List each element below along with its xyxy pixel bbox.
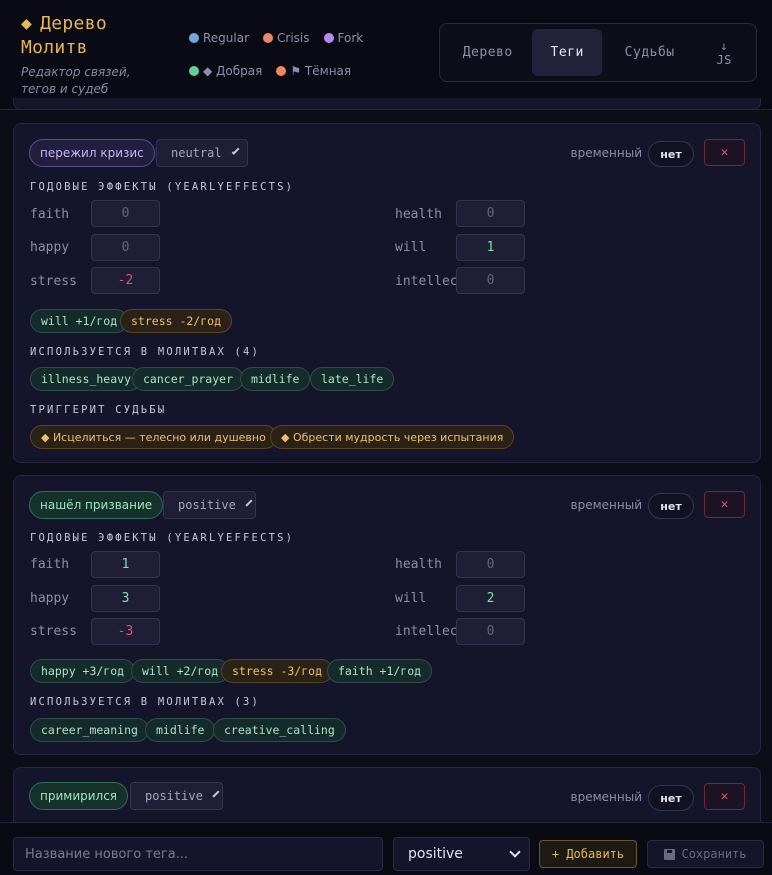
legend-dark: ⚑ Тёмная (276, 64, 351, 78)
download-arrow-icon: ↓ (720, 38, 729, 53)
chevron-down-icon (245, 499, 253, 507)
fates-title: ТРИГГЕРИТ СУДЬБЫ (30, 404, 167, 416)
close-icon: ✕ (720, 145, 729, 160)
crisis-dot-icon (263, 33, 274, 43)
effect-input-happy[interactable]: 0 (91, 234, 160, 261)
tag-name[interactable]: примирился (29, 782, 129, 810)
app-header: ◆ Дерево Молитв Редактор связей, тегов и … (0, 0, 772, 110)
effect-chip: will +2/год (131, 659, 230, 683)
effect-input-stress[interactable]: -3 (91, 618, 160, 645)
app-title: ◆ Дерево Молитв (21, 13, 107, 58)
yearly-effects-title: ГОДОВЫЕ ЭФФЕКТЫ (YEARLYEFFECTS) (30, 532, 295, 544)
effect-chip: will +1/год (30, 309, 129, 333)
add-tag-button[interactable]: + Добавить (539, 840, 637, 868)
effect-label-health: health (395, 207, 442, 222)
temporary-label: временный (570, 498, 642, 512)
prayer-chip[interactable]: creative_calling (213, 718, 346, 742)
save-button[interactable]: Сохранить (647, 840, 764, 868)
effect-input-faith[interactable]: 0 (91, 200, 160, 227)
app-subtitle: Редактор связей, тегов и судеб (21, 65, 131, 96)
legend-good: ◆ Добрая (189, 64, 262, 78)
effect-chip: stress -3/год (221, 659, 334, 683)
new-tag-kind-select[interactable]: positive (393, 837, 530, 871)
effect-chip: stress -2/год (120, 309, 233, 333)
chevron-down-icon (231, 146, 240, 156)
prayer-chip[interactable]: career_meaning (30, 718, 149, 742)
fate-chip[interactable]: ◆ Исцелиться — телесно или душевно (30, 425, 277, 449)
new-tag-footer: positive + Добавить Сохранить (0, 822, 772, 875)
effect-input-health[interactable]: 0 (456, 200, 525, 227)
brand: ◆ Дерево Молитв Редактор связей, тегов и … (21, 12, 171, 98)
effect-chip: faith +1/год (327, 659, 433, 683)
temporary-toggle[interactable]: нет (648, 493, 694, 519)
diamond-icon: ◆ (21, 13, 33, 34)
effect-label-happy: happy (30, 240, 70, 255)
regular-dot-icon (189, 33, 199, 43)
effect-input-health[interactable]: 0 (456, 551, 525, 578)
prayer-chip[interactable]: illness_heavy (30, 367, 143, 391)
prayers-title: ИСПОЛЬЗУЕТСЯ В МОЛИТВАХ (4) (30, 346, 261, 358)
effect-label-happy: happy (30, 591, 70, 606)
tag-card: нашёл призвание positive временный нет ✕… (13, 475, 761, 755)
tab-tree[interactable]: Дерево (445, 29, 530, 76)
effect-label-stress: stress (30, 624, 77, 639)
delete-tag-button[interactable]: ✕ (704, 491, 745, 518)
delete-tag-button[interactable]: ✕ (704, 139, 745, 166)
effect-input-will[interactable]: 1 (456, 234, 525, 261)
legend-crisis: Crisis (263, 31, 310, 45)
temporary-toggle[interactable]: нет (648, 141, 694, 167)
temporary-label: временный (570, 146, 642, 160)
temporary-label: временный (570, 790, 642, 804)
node-legend: Regular Crisis Fork ◆ Добрая ⚑ Тёмная (189, 28, 409, 94)
tab-fates[interactable]: Судьбы (604, 29, 695, 76)
effect-input-faith[interactable]: 1 (91, 551, 160, 578)
tag-kind-select[interactable]: positive (130, 782, 223, 810)
effect-label-health: health (395, 557, 442, 572)
fork-dot-icon (323, 33, 334, 43)
effect-label-intellect: intellect (395, 624, 457, 639)
effect-input-intellect[interactable]: 0 (456, 267, 525, 294)
close-icon: ✕ (720, 497, 729, 512)
tag-name[interactable]: пережил кризис (29, 139, 155, 167)
fate-chip[interactable]: ◆ Обрести мудрость через испытания (270, 425, 515, 449)
effect-chip: happy +3/год (30, 659, 136, 683)
effect-label-stress: stress (30, 274, 77, 289)
previous-card-bottom (13, 98, 761, 110)
effect-input-happy[interactable]: 3 (91, 585, 160, 612)
effect-input-will[interactable]: 2 (456, 585, 525, 612)
floppy-disk-icon (664, 848, 676, 860)
tag-name[interactable]: нашёл призвание (29, 491, 164, 519)
export-js-button[interactable]: ↓ JS (697, 29, 751, 76)
prayers-title: ИСПОЛЬЗУЕТСЯ В МОЛИТВАХ (3) (30, 696, 261, 708)
prayer-chip[interactable]: midlife (240, 367, 311, 391)
chevron-down-icon (509, 846, 521, 858)
effect-label-intellect: intellect (395, 274, 457, 289)
view-tabs: Дерево Теги Судьбы ↓ JS (439, 23, 757, 82)
temporary-toggle[interactable]: нет (648, 785, 694, 811)
good-dot-icon (189, 66, 199, 76)
effect-label-faith: faith (30, 557, 70, 572)
effect-label-will: will (395, 591, 427, 606)
prayer-chip[interactable]: midlife (145, 718, 216, 742)
delete-tag-button[interactable]: ✕ (704, 783, 745, 810)
tag-kind-select[interactable]: neutral (156, 139, 248, 167)
tab-tags[interactable]: Теги (532, 29, 602, 76)
effect-label-will: will (395, 240, 427, 255)
effect-input-intellect[interactable]: 0 (456, 618, 525, 645)
effect-label-faith: faith (30, 207, 70, 222)
yearly-effects-title: ГОДОВЫЕ ЭФФЕКТЫ (YEARLYEFFECTS) (30, 181, 295, 193)
dark-dot-icon (276, 66, 287, 76)
close-icon: ✕ (720, 789, 729, 804)
prayer-chip[interactable]: late_life (310, 367, 395, 391)
new-tag-name-input[interactable] (13, 837, 383, 871)
tag-card: пережил кризис neutral временный нет ✕ Г… (13, 123, 761, 463)
prayer-chip[interactable]: cancer_prayer (132, 367, 245, 391)
tag-kind-select[interactable]: positive (163, 491, 256, 519)
chevron-down-icon (212, 790, 220, 798)
effect-input-stress[interactable]: -2 (91, 267, 160, 294)
legend-regular: Regular (189, 31, 249, 45)
legend-fork: Fork (323, 31, 363, 45)
